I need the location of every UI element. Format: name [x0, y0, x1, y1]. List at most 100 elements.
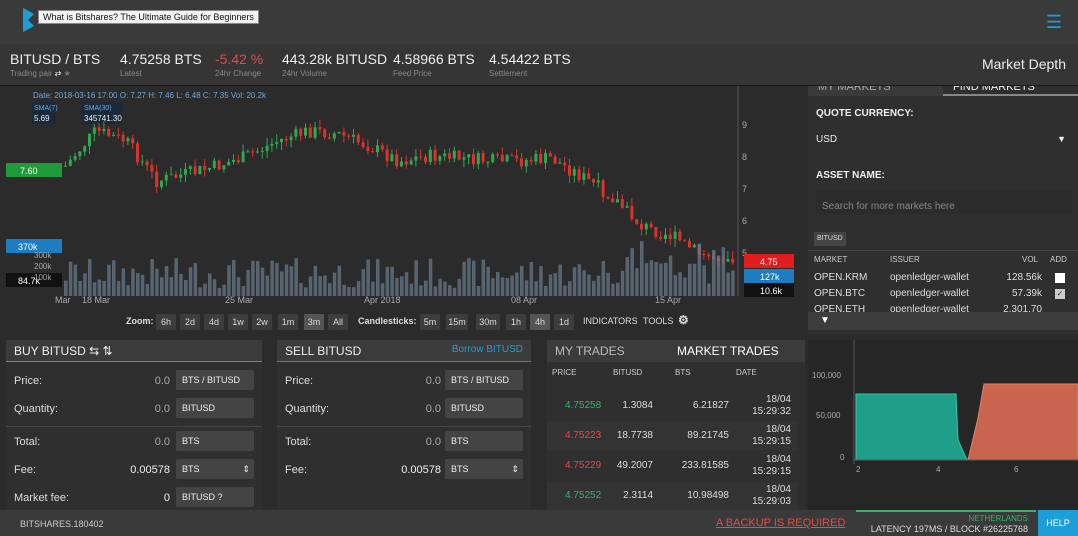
sell-price-input[interactable]: 0.0: [377, 375, 441, 387]
zoom-all[interactable]: All: [328, 314, 348, 330]
buy-market-fee-unit: BITUSD ?: [176, 487, 254, 507]
buy-fee-select[interactable]: BTS ⇕: [176, 459, 254, 479]
volume-bar: [131, 268, 135, 296]
volume-bar: [529, 262, 534, 296]
sma30-value: 345741.30: [84, 114, 122, 123]
menu-icon[interactable]: ☰: [1046, 12, 1062, 33]
zoom-4d[interactable]: 4d: [204, 314, 224, 330]
candle-body: [688, 240, 691, 248]
volume-bar: [659, 263, 663, 296]
sell-qty-input[interactable]: 0.0: [377, 403, 441, 415]
candle-5m[interactable]: 5m: [420, 314, 440, 330]
volume-bar: [673, 275, 678, 296]
col-price: PRICE: [552, 368, 577, 377]
candle-15m[interactable]: 15m: [446, 314, 468, 330]
candle-1d[interactable]: 1d: [554, 314, 574, 330]
depth-chart[interactable]: 100,000 50,000 0 2 4 6: [808, 340, 1078, 510]
zoom-1m[interactable]: 1m: [278, 314, 298, 330]
zoom-3m[interactable]: 3m: [304, 314, 324, 330]
market-row[interactable]: OPEN.KRM openledger-wallet 128.56k: [808, 272, 1078, 286]
col-date: DATE: [736, 368, 757, 377]
asset-search-input[interactable]: Search for more markets here: [816, 190, 1072, 214]
volume-bar: [428, 258, 433, 296]
candle-body: [385, 149, 389, 161]
trade-bitusd: 1.3084: [622, 400, 653, 411]
candlestick-chart[interactable]: Date: 2018-03-16 17:00 O: 7.27 H: 7.46 L…: [0, 86, 806, 312]
volume-bar: [332, 272, 337, 296]
zoom-1w[interactable]: 1w: [228, 314, 248, 330]
sell-fee-select[interactable]: BTS ⇕: [445, 459, 523, 479]
trade-time: 15:29:15: [752, 466, 791, 477]
backup-warning-link[interactable]: A BACKUP IS REQUIRED: [716, 517, 845, 529]
latest-price: 4.75258 BTS: [120, 51, 202, 67]
buy-price-input[interactable]: 0.0: [106, 375, 170, 387]
candle-body: [188, 166, 192, 170]
candle-body: [342, 131, 346, 136]
candle-body: [548, 152, 552, 157]
collapse-bar[interactable]: ▼: [808, 312, 1078, 330]
zoom-2d[interactable]: 2d: [180, 314, 200, 330]
volume-bar: [68, 261, 73, 296]
candle-body: [457, 150, 461, 160]
node-status[interactable]: NETHERLANDS LATENCY 197MS / BLOCK #26225…: [856, 510, 1036, 536]
swap-icon[interactable]: ⇆ ⇅: [89, 344, 112, 358]
help-icon[interactable]: ?: [218, 492, 223, 502]
buy-price-unit: BTS / BITUSD: [176, 370, 254, 390]
depth-y-100k: 100,000: [812, 371, 841, 380]
buy-total-input[interactable]: 0.0: [106, 436, 170, 448]
candle-1h[interactable]: 1h: [506, 314, 526, 330]
tab-my-markets[interactable]: MY MARKETS: [808, 86, 943, 96]
latest-label: Latest: [120, 69, 142, 78]
depth-chart-svg: 100,000 50,000 0 2 4 6: [812, 340, 1078, 474]
volume-bar: [558, 264, 562, 296]
tab-find-markets[interactable]: FIND MARKETS: [943, 86, 1078, 96]
volume-bar: [352, 287, 356, 296]
candle-4h[interactable]: 4h: [530, 314, 550, 330]
candle-body: [198, 165, 202, 175]
bitshares-logo[interactable]: [20, 6, 40, 36]
candle-body: [294, 128, 298, 137]
swap-icon[interactable]: ⇄: [55, 69, 62, 78]
volume-bar: [160, 277, 164, 296]
volume-bar: [385, 266, 390, 296]
zoom-6h[interactable]: 6h: [156, 314, 176, 330]
candle-body: [587, 173, 591, 179]
help-button[interactable]: HELP: [1038, 510, 1078, 536]
candle-body: [179, 174, 183, 178]
price-tick-6: 6: [742, 216, 747, 226]
buy-qty-input[interactable]: 0.0: [106, 403, 170, 415]
add-checkbox-checked[interactable]: ✓: [1055, 289, 1065, 299]
candle-body: [208, 167, 211, 170]
candle-body: [145, 161, 149, 166]
chart-controls: Zoom: 6h 2d 4d 1w 2w 1m 3m All Candlesti…: [0, 312, 806, 336]
collapse-arrow-icon[interactable]: ▼: [820, 315, 830, 326]
tools-button[interactable]: TOOLS: [643, 316, 673, 326]
settings-gear-icon[interactable]: ⚙: [678, 313, 689, 327]
candle-body: [265, 145, 269, 151]
candle-body: [232, 159, 235, 162]
add-checkbox[interactable]: [1055, 273, 1065, 283]
candle-30m[interactable]: 30m: [476, 314, 500, 330]
volume-bar: [404, 272, 409, 296]
trading-pair[interactable]: BITUSD / BTS: [10, 51, 100, 67]
borrow-link[interactable]: Borrow BITUSD: [452, 344, 523, 355]
tab-market-trades[interactable]: MARKET TRADES: [677, 344, 779, 358]
sell-total-input[interactable]: 0.0: [377, 436, 441, 448]
market-depth-title[interactable]: Market Depth: [982, 56, 1066, 72]
quote-currency-select[interactable]: USD ▼: [816, 128, 1072, 150]
market-row[interactable]: OPEN.BTC openledger-wallet 57.39k ✓: [808, 288, 1078, 302]
volume-bar: [611, 283, 615, 296]
candle-body: [275, 142, 279, 144]
star-icon[interactable]: ★: [64, 69, 71, 78]
buy-fee-asset: BTS: [182, 464, 200, 474]
indicators-button[interactable]: INDICATORS: [583, 316, 638, 326]
col-issuer: ISSUER: [890, 255, 920, 264]
price-chart[interactable]: Date: 2018-03-16 17:00 O: 7.27 H: 7.46 L…: [0, 86, 806, 336]
candle-body: [347, 135, 351, 137]
market-filter-chip[interactable]: BITUSD: [814, 232, 846, 246]
zoom-2w[interactable]: 2w: [252, 314, 272, 330]
buy-total-label: Total:: [14, 436, 41, 448]
left-price: 7.60: [20, 166, 38, 176]
candle-body: [539, 153, 543, 163]
tab-my-trades[interactable]: MY TRADES: [555, 344, 625, 358]
